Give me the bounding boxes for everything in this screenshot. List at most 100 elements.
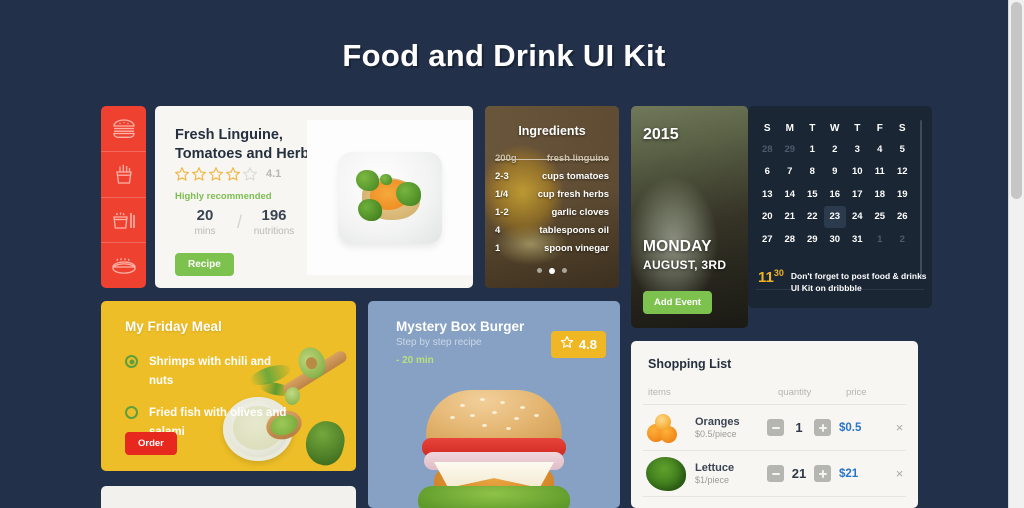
calendar-day[interactable]: 1 [801, 138, 824, 161]
bottom-partial-card [101, 486, 356, 508]
calendar-day[interactable]: 14 [779, 183, 802, 206]
ingredient-row[interactable]: 200g fresh linguine [495, 153, 609, 164]
radio-icon-selected[interactable] [125, 355, 138, 368]
table-row: Lettuce $1/piece 21 $21 × [643, 450, 906, 496]
quantity-value: 1 [795, 420, 803, 435]
meal-option-row[interactable]: Shrimps with chili and nuts [125, 353, 315, 390]
burger-illustration [418, 390, 570, 508]
shopping-list-header: items quantity price [648, 387, 904, 398]
recipe-metric-nutrition-value: 196 [261, 207, 287, 224]
scrollbar-thumb[interactable] [1011, 2, 1022, 199]
calendar-day[interactable]: 15 [801, 183, 824, 206]
calendar-day[interactable]: 18 [869, 183, 892, 206]
ingredient-row[interactable]: 1-2 garlic cloves [495, 207, 609, 218]
calendar-weekday-row: S M T W T F S [756, 118, 914, 138]
item-name-cell: Oranges $0.5/piece [689, 416, 767, 439]
ingredient-row[interactable]: 1/4 cup fresh herbs [495, 189, 609, 200]
calendar-day[interactable]: 27 [756, 228, 779, 251]
calendar-day[interactable]: 2 [891, 228, 914, 251]
increment-button[interactable] [814, 419, 831, 436]
carousel-dot[interactable] [562, 268, 567, 273]
calendar-day-name: MONDAY [643, 238, 712, 255]
calendar-day[interactable]: 21 [779, 206, 802, 229]
calendar-weekday: M [785, 122, 794, 134]
calendar-panel: S M T W T F S 28 29 1 2 3 4 5 6 7 8 9 10… [748, 106, 932, 308]
ingredient-row[interactable]: 2-3 cups tomatoes [495, 171, 609, 182]
calendar-day[interactable]: 6 [756, 161, 779, 184]
ingredient-amount: 1 [495, 243, 501, 254]
carousel-dot-active[interactable] [549, 268, 555, 274]
column-header-items: items [648, 387, 671, 398]
ingredient-name: fresh linguine [546, 153, 609, 164]
calendar-day[interactable]: 2 [824, 138, 847, 161]
calendar-note-text: Don't forget to post food & drinks UI Ki… [790, 271, 927, 294]
calendar-weekday: F [876, 122, 883, 134]
ingredient-name: cups tomatoes [541, 171, 609, 182]
calendar-day[interactable]: 29 [801, 228, 824, 251]
quantity-stepper: 1 [767, 419, 839, 436]
decrement-button[interactable] [767, 465, 784, 482]
drink-icon [111, 209, 137, 231]
ingredient-row[interactable]: 4 tablespoons oil [495, 225, 609, 236]
calendar-day[interactable]: 11 [869, 161, 892, 184]
oranges-thumbnail [643, 408, 689, 448]
calendar-day[interactable]: 28 [779, 228, 802, 251]
star-icon-empty [242, 166, 258, 182]
column-header-quantity: quantity [778, 387, 812, 398]
recipe-star-rating: 4.1 [174, 166, 281, 182]
calendar-day[interactable]: 24 [846, 206, 869, 229]
calendar-note-hour: 11 [758, 269, 774, 286]
calendar-day[interactable]: 5 [891, 138, 914, 161]
calendar-day[interactable]: 30 [824, 228, 847, 251]
ingredient-name: garlic cloves [551, 207, 609, 218]
calendar-day[interactable]: 26 [891, 206, 914, 229]
calendar-day[interactable]: 29 [779, 138, 802, 161]
remove-item-button[interactable]: × [893, 419, 906, 437]
calendar-day[interactable]: 3 [846, 138, 869, 161]
calendar-day[interactable]: 31 [846, 228, 869, 251]
quantity-value: 21 [791, 466, 807, 481]
calendar-scrollbar[interactable] [920, 120, 922, 278]
recipe-button[interactable]: Recipe [175, 253, 234, 276]
calendar-day[interactable]: 19 [891, 183, 914, 206]
calendar-day[interactable]: 16 [824, 183, 847, 206]
page-scrollbar[interactable] [1008, 0, 1024, 508]
add-event-button[interactable]: Add Event [643, 291, 712, 314]
calendar-day[interactable]: 1 [869, 228, 892, 251]
star-icon [208, 166, 224, 182]
calendar-day-selected[interactable]: 23 [823, 205, 846, 228]
calendar-day[interactable]: 22 [801, 206, 824, 229]
sidebar-item-pie[interactable] [101, 243, 146, 288]
sidebar-item-fries[interactable] [101, 152, 146, 198]
item-unit-price: $1/piece [695, 475, 730, 485]
calendar-day[interactable]: 25 [869, 206, 892, 229]
decrement-button[interactable] [767, 419, 784, 436]
carousel-dot[interactable] [537, 268, 542, 273]
calendar-day[interactable]: 28 [756, 138, 779, 161]
calendar-day[interactable]: 12 [891, 161, 914, 184]
calendar-day[interactable]: 7 [779, 161, 802, 184]
calendar-day[interactable]: 20 [756, 206, 779, 229]
calendar-day[interactable]: 9 [824, 161, 847, 184]
order-button[interactable]: Order [125, 432, 177, 455]
remove-item-button[interactable]: × [893, 465, 906, 483]
calendar-day[interactable]: 4 [869, 138, 892, 161]
calendar-weekday: S [898, 122, 906, 134]
ingredients-list: 200g fresh linguine 2-3 cups tomatoes 1/… [495, 153, 609, 261]
sidebar-item-burger[interactable] [101, 106, 146, 152]
recipe-recommendation: Highly recommended [175, 191, 272, 202]
increment-button[interactable] [814, 465, 831, 482]
sidebar-item-drink[interactable] [101, 198, 146, 244]
burger-icon [111, 117, 137, 139]
calendar-day[interactable]: 10 [846, 161, 869, 184]
ingredient-name: spoon vinegar [544, 243, 609, 254]
ingredient-amount: 4 [495, 225, 501, 236]
radio-icon[interactable] [125, 406, 138, 420]
calendar-day[interactable]: 8 [801, 161, 824, 184]
calendar-day[interactable]: 13 [756, 183, 779, 206]
burger-rating-value: 4.8 [578, 337, 597, 352]
item-name: Oranges [695, 416, 740, 428]
calendar-day[interactable]: 17 [846, 183, 869, 206]
ingredient-row[interactable]: 1 spoon vinegar [495, 243, 609, 254]
calendar-grid: S M T W T F S 28 29 1 2 3 4 5 6 7 8 9 10… [756, 118, 914, 251]
